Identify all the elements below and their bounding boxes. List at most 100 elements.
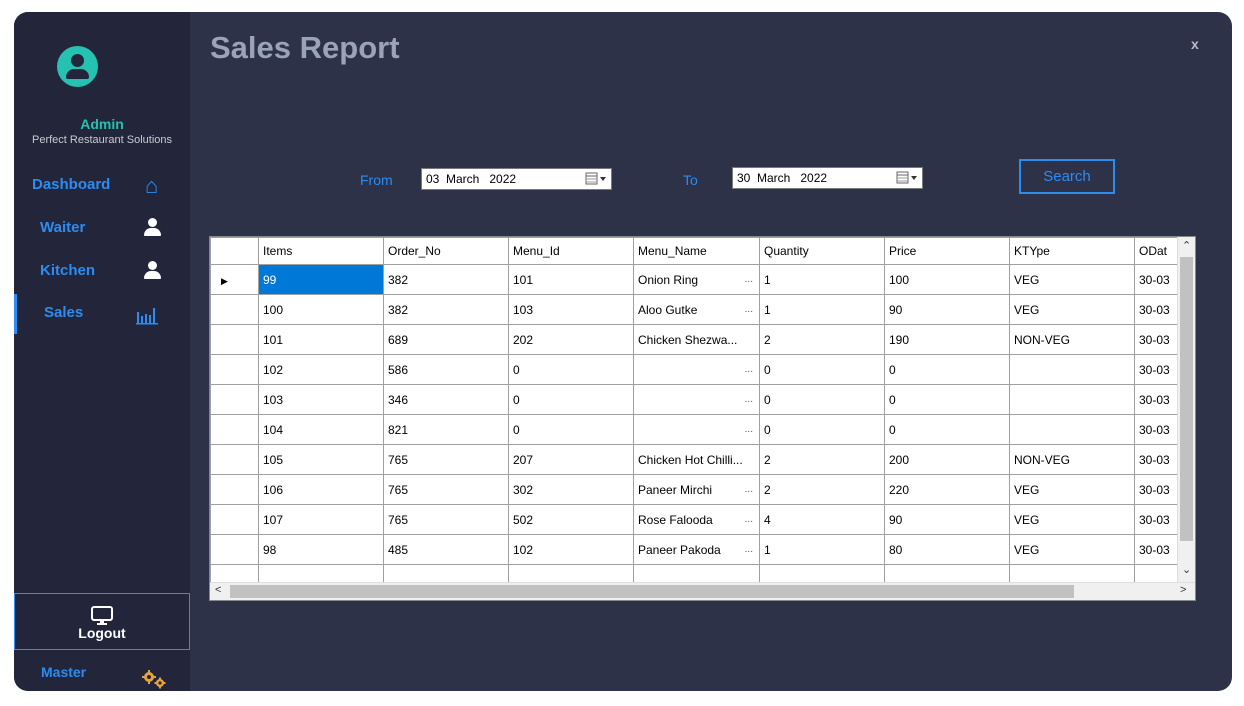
table-cell[interactable]: 502 bbox=[508, 504, 634, 535]
horizontal-scroll-thumb[interactable] bbox=[230, 585, 1074, 598]
scroll-down-arrow-icon[interactable]: ⌄ bbox=[1182, 563, 1191, 576]
sidebar-item-kitchen[interactable]: Kitchen bbox=[14, 252, 190, 292]
master-button[interactable]: Master bbox=[14, 656, 190, 691]
from-date-picker[interactable]: 03 March 2022 bbox=[421, 168, 612, 190]
table-cell[interactable]: 2 bbox=[759, 444, 885, 475]
table-cell[interactable]: VEG bbox=[1009, 474, 1135, 505]
row-header[interactable] bbox=[210, 324, 259, 355]
table-cell[interactable]: 382 bbox=[383, 264, 509, 295]
table-cell[interactable]: 207 bbox=[508, 444, 634, 475]
table-cell[interactable]: NON-VEG bbox=[1009, 444, 1135, 475]
table-cell[interactable]: 80 bbox=[884, 534, 1010, 565]
vertical-scrollbar[interactable]: ⌃ ⌄ bbox=[1177, 237, 1195, 585]
search-button[interactable]: Search bbox=[1019, 159, 1115, 194]
table-cell[interactable]: VEG bbox=[1009, 504, 1135, 535]
table-row[interactable]: 102 586 0... 0 0 30-03 bbox=[210, 354, 1190, 385]
table-cell[interactable]: 90 bbox=[884, 294, 1010, 325]
table-cell[interactable]: 200 bbox=[884, 444, 1010, 475]
table-cell[interactable]: 0 bbox=[508, 384, 634, 415]
horizontal-scrollbar[interactable]: < > bbox=[210, 582, 1195, 600]
column-header[interactable]: KTYpe bbox=[1009, 237, 1135, 265]
table-cell[interactable]: 4 bbox=[759, 504, 885, 535]
table-cell[interactable]: 102 bbox=[258, 354, 384, 385]
sidebar-item-sales[interactable]: Sales bbox=[14, 294, 193, 334]
table-cell[interactable]: 90 bbox=[884, 504, 1010, 535]
table-cell[interactable]: 485 bbox=[383, 534, 509, 565]
scroll-left-arrow-icon[interactable]: < bbox=[215, 584, 221, 596]
cell-button-ellipsis[interactable]: ... bbox=[745, 274, 753, 285]
table-cell[interactable]: 765 bbox=[383, 504, 509, 535]
table-row[interactable]: 103 346 0... 0 0 30-03 bbox=[210, 384, 1190, 415]
table-cell[interactable]: Aloo Gutke... bbox=[633, 294, 760, 325]
table-cell[interactable]: 2 bbox=[759, 474, 885, 505]
row-header[interactable] bbox=[210, 294, 259, 325]
table-cell[interactable]: 2 bbox=[759, 324, 885, 355]
table-cell[interactable]: 765 bbox=[383, 444, 509, 475]
column-header[interactable]: Price bbox=[884, 237, 1010, 265]
cell-button-ellipsis[interactable]: ... bbox=[745, 484, 753, 495]
table-row[interactable]: 104 821 0... 0 0 30-03 bbox=[210, 414, 1190, 445]
cell-button-ellipsis[interactable]: ... bbox=[745, 424, 753, 435]
table-cell[interactable]: Chicken Hot Chilli... bbox=[633, 444, 760, 475]
row-header[interactable] bbox=[210, 414, 259, 445]
table-cell[interactable]: 0 bbox=[759, 354, 885, 385]
close-button[interactable]: x bbox=[1191, 36, 1199, 52]
table-cell[interactable]: 98 bbox=[258, 534, 384, 565]
row-header[interactable] bbox=[210, 384, 259, 415]
table-cell[interactable]: 1 bbox=[759, 294, 885, 325]
sales-data-grid[interactable]: Items Order_No Menu_Id Menu_Name Quantit… bbox=[209, 236, 1196, 601]
table-cell[interactable]: Chicken Shezwa... bbox=[633, 324, 760, 355]
table-cell[interactable]: VEG bbox=[1009, 534, 1135, 565]
table-cell[interactable]: Onion Ring... bbox=[633, 264, 760, 295]
table-cell[interactable]: 220 bbox=[884, 474, 1010, 505]
scroll-right-arrow-icon[interactable]: > bbox=[1180, 584, 1186, 596]
table-cell[interactable]: 0 bbox=[508, 354, 634, 385]
table-cell[interactable]: 101 bbox=[508, 264, 634, 295]
table-cell[interactable]: Rose Falooda... bbox=[633, 504, 760, 535]
cell-button-ellipsis[interactable]: ... bbox=[745, 544, 753, 555]
table-cell[interactable]: VEG bbox=[1009, 294, 1135, 325]
table-row[interactable]: 106 765 302 Paneer Mirchi... 2 220 VEG 30-03 bbox=[210, 474, 1190, 505]
table-cell[interactable]: 190 bbox=[884, 324, 1010, 355]
table-cell[interactable]: 202 bbox=[508, 324, 634, 355]
column-header[interactable]: Items bbox=[258, 237, 384, 265]
table-cell[interactable]: 101 bbox=[258, 324, 384, 355]
table-cell[interactable]: 1 bbox=[759, 534, 885, 565]
table-cell[interactable]: 1 bbox=[759, 264, 885, 295]
cell-button-ellipsis[interactable]: ... bbox=[745, 394, 753, 405]
table-cell[interactable]: 107 bbox=[258, 504, 384, 535]
table-cell[interactable] bbox=[1009, 384, 1135, 415]
table-row[interactable]: 107 765 502 Rose Falooda... 4 90 VEG 30-03 bbox=[210, 504, 1190, 535]
table-cell[interactable]: 104 bbox=[258, 414, 384, 445]
table-cell[interactable]: 0 bbox=[884, 414, 1010, 445]
sidebar-item-waiter[interactable]: Waiter bbox=[14, 209, 190, 249]
sidebar-item-dashboard[interactable]: Dashboard ⌂ bbox=[14, 166, 190, 206]
table-row[interactable]: 100 382 103 Aloo Gutke... 1 90 VEG 30-03 bbox=[210, 294, 1190, 325]
table-cell[interactable]: 103 bbox=[258, 384, 384, 415]
table-row[interactable]: 105 765 207 Chicken Hot Chilli... 2 200 NON-VE… bbox=[210, 444, 1190, 475]
table-cell[interactable] bbox=[1009, 414, 1135, 445]
table-cell[interactable]: 0 bbox=[508, 414, 634, 445]
cell-button-ellipsis[interactable]: ... bbox=[745, 364, 753, 375]
vertical-scroll-thumb[interactable] bbox=[1180, 257, 1193, 541]
table-row[interactable]: 101 689 202 Chicken Shezwa... 2 190 NON-VEG 30-… bbox=[210, 324, 1190, 355]
cell-button-ellipsis[interactable]: ... bbox=[745, 514, 753, 525]
table-cell[interactable]: 0 bbox=[759, 414, 885, 445]
column-header[interactable]: Order_No bbox=[383, 237, 509, 265]
table-cell[interactable] bbox=[1009, 354, 1135, 385]
table-cell[interactable]: Paneer Pakoda... bbox=[633, 534, 760, 565]
calendar-dropdown-icon[interactable] bbox=[896, 171, 918, 185]
table-cell[interactable]: 0 bbox=[759, 384, 885, 415]
table-cell[interactable]: 346 bbox=[383, 384, 509, 415]
table-cell[interactable]: ... bbox=[633, 354, 760, 385]
table-cell[interactable]: 0 bbox=[884, 354, 1010, 385]
cell-button-ellipsis[interactable]: ... bbox=[745, 304, 753, 315]
table-row[interactable]: 98 485 102 Paneer Pakoda... 1 80 VEG 30-03 bbox=[210, 534, 1190, 565]
table-cell[interactable]: 689 bbox=[383, 324, 509, 355]
table-cell[interactable]: 382 bbox=[383, 294, 509, 325]
column-header[interactable]: Menu_Id bbox=[508, 237, 634, 265]
row-header[interactable]: ▶ bbox=[210, 264, 259, 295]
table-cell[interactable]: 0 bbox=[884, 384, 1010, 415]
table-cell[interactable]: 105 bbox=[258, 444, 384, 475]
row-header[interactable] bbox=[210, 504, 259, 535]
